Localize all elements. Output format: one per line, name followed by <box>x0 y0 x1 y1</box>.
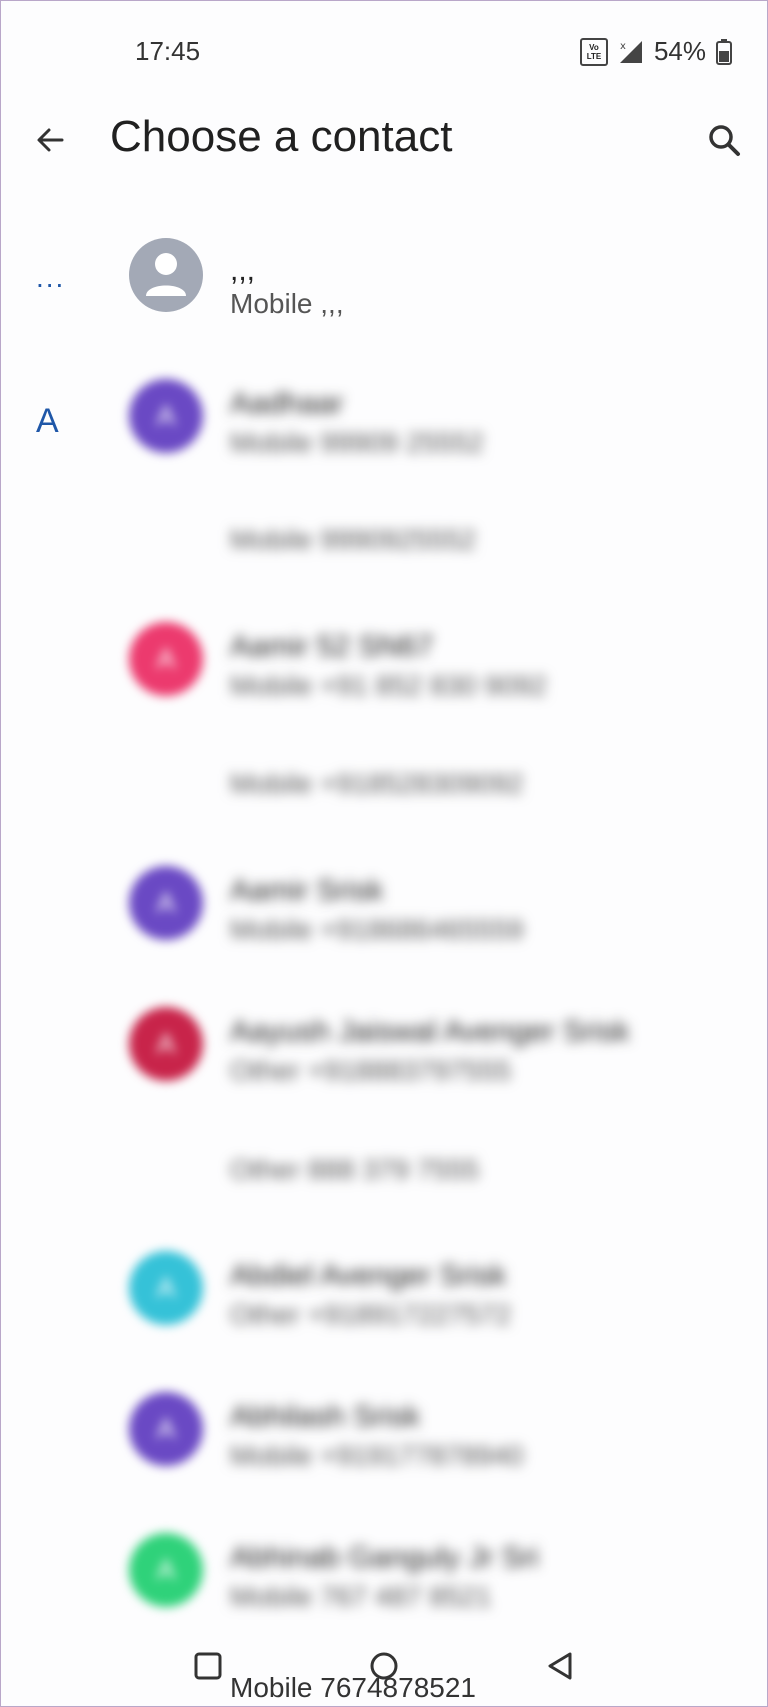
contact-name: Abdiel Avenger Srisk <box>230 1259 507 1292</box>
contact-phone: Other +918883797555 <box>230 1055 512 1086</box>
square-recents-icon <box>194 1652 222 1680</box>
contact-row[interactable]: A Aamir 52 SN67 Mobile +91 852 830 9092 <box>0 618 768 718</box>
svg-text:x: x <box>620 41 626 52</box>
contact-row[interactable]: A Aadhaar Mobile 99909 25552 <box>0 375 768 475</box>
search-button[interactable] <box>700 116 748 164</box>
avatar <box>129 238 203 312</box>
page-title: Choose a contact <box>110 112 453 161</box>
contact-phone: Other +918917227572 <box>230 1299 512 1330</box>
circle-home-icon <box>370 1652 398 1680</box>
contact-phone: Mobile +919177878940 <box>230 1440 524 1471</box>
status-time: 17:45 <box>135 36 201 66</box>
contact-row[interactable]: Mobile +918528309092 <box>0 764 768 814</box>
navigation-bar <box>0 1630 768 1707</box>
back-button[interactable] <box>26 116 74 164</box>
avatar-letter: A <box>156 1413 176 1444</box>
avatar: A <box>129 622 203 696</box>
avatar-letter: A <box>156 887 176 918</box>
recents-button[interactable] <box>186 1644 230 1688</box>
contact-row[interactable]: A Abhinab Ganguly Jr Sri Mobile 767 487 … <box>0 1529 768 1629</box>
contact-row[interactable]: A Abdiel Avenger Srisk Other +9189172275… <box>0 1247 768 1347</box>
contact-row[interactable]: ,,, Mobile ,,, <box>0 230 768 340</box>
contact-name: Abhilash Srisk <box>230 1400 421 1433</box>
triangle-back-icon <box>548 1652 572 1680</box>
contact-row[interactable]: A Aamir Srisk Mobile +918686465559 <box>0 862 768 962</box>
contact-row[interactable]: A Abhilash Srisk Mobile +919177878940 <box>0 1388 768 1488</box>
volte-icon: Vo LTE <box>579 37 608 66</box>
contact-row[interactable]: Other 888 379 7555 <box>0 1150 768 1200</box>
contact-name: Aadhaar <box>230 387 344 420</box>
avatar: A <box>129 1251 203 1325</box>
contact-row[interactable]: Mobile 9990925552 <box>0 520 768 570</box>
contact-name: Abhinab Ganguly Jr Sri <box>230 1541 539 1574</box>
status-bar: 17:45 Vo LTE x 54% <box>0 0 768 100</box>
avatar-letter: A <box>156 400 176 431</box>
avatar-letter: A <box>156 1272 176 1303</box>
avatar: A <box>129 379 203 453</box>
contact-phone: Mobile 99909 25552 <box>230 427 484 458</box>
person-icon <box>146 253 186 296</box>
battery-icon <box>716 38 732 65</box>
status-indicators: Vo LTE x 54% <box>579 36 732 67</box>
contact-row[interactable]: A Aayush Jaiswal Avenger Srisk Other +91… <box>0 1003 768 1103</box>
avatar: A <box>129 866 203 940</box>
avatar: A <box>129 1392 203 1466</box>
contact-name: Aamir Srisk <box>230 874 384 907</box>
arrow-back-icon <box>37 128 64 152</box>
home-button[interactable] <box>362 1644 406 1688</box>
avatar-letter: A <box>156 1554 176 1585</box>
avatar-letter: A <box>156 643 176 674</box>
nav-back-button[interactable] <box>538 1644 582 1688</box>
avatar: A <box>129 1007 203 1081</box>
contact-phone: Mobile +918528309092 <box>230 768 524 799</box>
contact-name: ,,, <box>230 254 256 287</box>
contact-name: Aayush Jaiswal Avenger Srisk <box>230 1015 630 1048</box>
contact-phone: Mobile 9990925552 <box>230 524 476 555</box>
contact-phone: Other 888 379 7555 <box>230 1154 480 1185</box>
contact-phone: Mobile ,,, <box>230 288 344 319</box>
search-icon <box>709 125 740 156</box>
battery-percent: 54% <box>653 36 706 66</box>
avatar: A <box>129 1533 203 1607</box>
avatar-letter: A <box>156 1028 176 1059</box>
contact-phone: Mobile +918686465559 <box>230 914 524 945</box>
contact-name: Aamir 52 SN67 <box>230 630 434 663</box>
contact-phone: Mobile +91 852 830 9092 <box>230 670 547 701</box>
contact-phone: Mobile 767 487 8521 <box>230 1581 492 1612</box>
app-bar: Choose a contact <box>0 100 768 180</box>
signal-icon: x <box>618 39 644 65</box>
